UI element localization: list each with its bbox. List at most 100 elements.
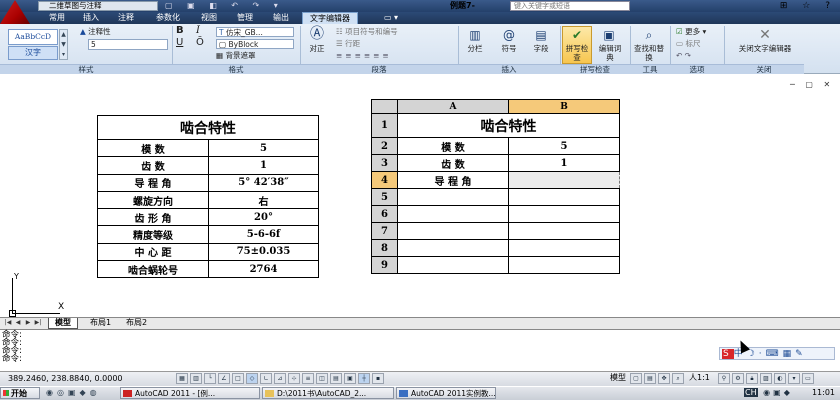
layout-tab-layout2[interactable]: 布局2	[120, 318, 153, 329]
3d-object-snap-icon[interactable]: ◇	[246, 373, 258, 384]
table-row[interactable]: 4 导 程 角	[371, 171, 620, 189]
ruler-toggle[interactable]: ▭ 标尺	[676, 39, 700, 49]
row-header[interactable]: 7	[371, 222, 398, 240]
prev-tab-icon[interactable]: ◀	[14, 319, 22, 327]
layout-tab-layout1[interactable]: 布局1	[84, 318, 117, 329]
row-header[interactable]: 5	[371, 188, 398, 206]
row-header[interactable]: 3	[371, 154, 398, 172]
quick-view-layouts-icon[interactable]: ▢	[630, 373, 642, 384]
taskbar-item-document[interactable]: AutoCAD 2011实例教...	[396, 387, 496, 399]
table-cell[interactable]	[397, 239, 509, 257]
columns-icon[interactable]: ▥	[466, 27, 484, 43]
viewport-controls[interactable]: ─ ▢ ✕	[790, 80, 836, 90]
overline-button[interactable]: Ō	[196, 38, 204, 48]
next-tab-icon[interactable]: ▶	[24, 319, 32, 327]
window-controls[interactable]: ⊞ ☆ ? ─ ▢ ✕	[760, 0, 840, 23]
clean-screen-icon[interactable]: ▭	[802, 373, 814, 384]
italic-button[interactable]: I	[196, 26, 200, 36]
quick-view-drawings-icon[interactable]: ▤	[644, 373, 656, 384]
edit-dictionary-label[interactable]: 编辑词典	[596, 44, 624, 62]
table-cell-active[interactable]	[508, 171, 620, 189]
row-header[interactable]: 9	[371, 256, 398, 274]
line-spacing-button[interactable]: ☰ 行距	[336, 39, 360, 49]
grid-display-icon[interactable]: ▥	[190, 373, 202, 384]
tab-home[interactable]: 常用	[44, 12, 70, 24]
hardware-accel-icon[interactable]: ▨	[760, 373, 772, 384]
row-header-selected[interactable]: 4	[371, 171, 398, 189]
undo-redo-buttons[interactable]: ↶ ↷	[676, 51, 691, 61]
table-cell[interactable]	[397, 188, 509, 206]
table-cell[interactable]: 导 程 角	[397, 171, 509, 189]
transparency-icon[interactable]: ◫	[316, 373, 328, 384]
workspace-switch-icon[interactable]: ⚙	[732, 373, 744, 384]
find-replace-label[interactable]: 查找和替换	[633, 44, 665, 62]
column-header-b[interactable]: B	[508, 99, 620, 114]
meshing-characteristics-table[interactable]: 啮合特性 模 数5 齿 数1 导 程 角 5° 42′38″ 螺旋方向右 齿 形 …	[97, 115, 319, 279]
tab-view[interactable]: 视图	[196, 12, 222, 24]
lineweight-icon[interactable]: ≡	[302, 373, 314, 384]
annotation-scale-dropdown[interactable]: 人1:1	[689, 373, 710, 383]
field-icon[interactable]: ▤	[532, 27, 550, 43]
isolate-objects-icon[interactable]: ◐	[774, 373, 786, 384]
help-search-input[interactable]: 键入关键字或短语	[510, 1, 630, 11]
first-tab-icon[interactable]: |◀	[4, 319, 12, 327]
dynamic-ucs-icon[interactable]: ⊿	[274, 373, 286, 384]
tab-parametric[interactable]: 参数化	[150, 12, 186, 24]
bullets-button[interactable]: ☷ 项目符号和编号	[336, 27, 398, 37]
close-editor-icon[interactable]: ✕	[756, 27, 774, 43]
color-dropdown[interactable]: ▢ ByBlock	[216, 39, 294, 49]
table-cell[interactable]: 齿 数	[397, 154, 509, 172]
underline-button[interactable]: U	[176, 38, 183, 48]
ortho-mode-icon[interactable]: └	[204, 373, 216, 384]
row-header[interactable]: 8	[371, 239, 398, 257]
command-input[interactable]	[0, 363, 840, 371]
status-toggle-icon[interactable]: ▪	[372, 373, 384, 384]
bold-button[interactable]: B	[176, 26, 184, 36]
font-dropdown[interactable]: T 仿宋_GB...	[216, 27, 294, 37]
text-style-sample[interactable]: AaBbCcD	[8, 29, 58, 45]
table-row[interactable]: 3 齿 数 1	[371, 154, 620, 172]
tab-insert[interactable]: 插入	[78, 12, 104, 24]
lock-icon[interactable]: 🔒︎	[746, 373, 758, 384]
table-row[interactable]: 6	[371, 205, 620, 223]
quick-launch-icons[interactable]: ◉◎▣◆◍	[46, 388, 116, 398]
table-row[interactable]: 7	[371, 222, 620, 240]
taskbar-item-folder[interactable]: D:\2011书\AutoCAD_2...	[262, 387, 394, 399]
table-cell[interactable]: 模 数	[397, 137, 509, 155]
table-row[interactable]: 1 啮合特性	[371, 113, 620, 138]
last-tab-icon[interactable]: ▶|	[34, 319, 42, 327]
language-indicator[interactable]: CH	[744, 388, 758, 397]
table-cell[interactable]	[508, 188, 620, 206]
system-tray[interactable]: CH ◉▣◆	[744, 387, 802, 399]
background-mask-button[interactable]: ▦ 背景遮罩	[216, 51, 255, 61]
field-button-label[interactable]: 字段	[528, 44, 554, 53]
ribbon-toggle-icon[interactable]: ▭ ▾	[376, 12, 406, 24]
table-editor[interactable]: A B 1 啮合特性 2 模 数 5 3 齿 数 1 4 导 程 角 5 6 7…	[371, 99, 621, 274]
find-replace-icon[interactable]: ⌕	[640, 27, 658, 43]
row-header[interactable]: 2	[371, 137, 398, 155]
paragraph-alignment-buttons[interactable]: ≡≡≡≡≡≡	[336, 51, 392, 61]
table-cell[interactable]	[397, 222, 509, 240]
column-header-a[interactable]: A	[397, 99, 509, 114]
row-header[interactable]: 6	[371, 205, 398, 223]
more-options-button[interactable]: ☑ 更多 ▾	[676, 27, 706, 37]
table-cell[interactable]	[397, 205, 509, 223]
symbol-icon[interactable]: @	[500, 27, 518, 43]
workspace-dropdown[interactable]: 二维草图与注释	[38, 1, 158, 11]
dynamic-input-icon[interactable]: ⊹	[288, 373, 300, 384]
quick-properties-icon[interactable]: ▤	[330, 373, 342, 384]
text-height-dropdown[interactable]: 5	[88, 39, 168, 50]
tab-text-editor[interactable]: 文字编辑器	[302, 12, 358, 24]
pan-icon[interactable]: ✥	[658, 373, 670, 384]
object-snap-icon[interactable]: □	[232, 373, 244, 384]
model-space-label[interactable]: 模型	[610, 373, 626, 383]
ime-toolbar[interactable]: S中☽·⌨▦✎	[719, 347, 835, 360]
table-cell[interactable]: 5	[508, 137, 620, 155]
taskbar-item-autocad[interactable]: AutoCAD 2011 - [例...	[120, 387, 260, 399]
dictionary-icon[interactable]: ▣	[600, 27, 618, 43]
table-row[interactable]: 5	[371, 188, 620, 206]
annotation-monitor-icon[interactable]: ┼	[358, 373, 370, 384]
quick-access-toolbar[interactable]: ▢ ▣ ◧ ↶ ↷ ▾	[165, 1, 315, 11]
status-menu-icon[interactable]: ▾	[788, 373, 800, 384]
system-clock[interactable]: 11:01	[804, 387, 838, 399]
